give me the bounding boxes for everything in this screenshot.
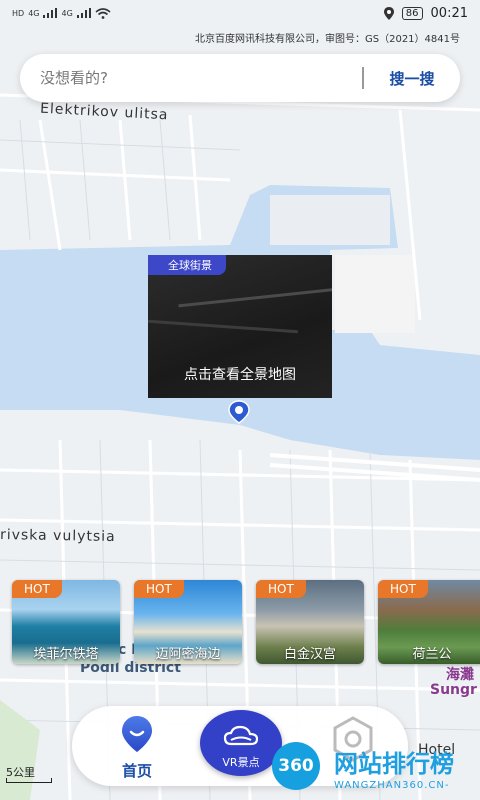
vr-cloud-icon: [223, 725, 259, 746]
district-label: 海灘: [446, 667, 474, 683]
map-pin-icon[interactable]: [228, 400, 250, 424]
hot-badge: HOT: [134, 580, 184, 598]
hot-spot-label: 埃菲尔铁塔: [33, 647, 99, 662]
search-bar: 搜一搜: [20, 53, 460, 103]
street-label: rivska vulytsia: [0, 526, 116, 546]
nav-home-label: 首页: [121, 762, 152, 780]
pano-image-detail: [148, 319, 298, 334]
nav-vr-label: VR景点: [222, 756, 260, 769]
watermark-logo: 360: [272, 742, 320, 790]
search-input[interactable]: [20, 53, 362, 103]
watermark-title: 网站排行榜: [334, 750, 454, 778]
map-scale-bar: [6, 778, 52, 783]
network-type-icon: 4G: [28, 8, 40, 18]
hot-spot-label: 白金汉宫: [283, 647, 336, 662]
hot-badge: HOT: [12, 580, 62, 598]
hot-badge: HOT: [256, 580, 306, 598]
status-icons-left: HD 4G 4G: [12, 7, 111, 19]
status-bar: HD 4G 4G 86 00:21: [0, 0, 480, 26]
search-button[interactable]: 搜一搜: [364, 68, 460, 89]
nav-vr-button[interactable]: VR景点: [200, 710, 282, 776]
home-location-icon: [122, 716, 152, 752]
hot-spot-card[interactable]: HOT 埃菲尔铁塔: [12, 580, 120, 664]
map-credit: 北京百度网讯科技有限公司，审图号：GS（2021）4841号: [195, 34, 460, 45]
hot-spot-label: 荷兰公: [412, 647, 452, 662]
clock: 00:21: [430, 5, 468, 21]
hot-spots-row: HOT 埃菲尔铁塔 HOT 迈阿密海边 HOT 白金汉宫 HOT 荷兰公: [12, 580, 480, 664]
pano-image-detail: [178, 285, 332, 308]
hot-spot-card[interactable]: HOT 白金汉宫: [256, 580, 364, 664]
panorama-preview-card[interactable]: 全球街景 点击查看全景地图: [148, 255, 332, 398]
watermark-subtitle: WANGZHAN360.CN-: [334, 780, 450, 791]
network-type-icon: 4G: [61, 8, 73, 18]
hot-spot-card[interactable]: HOT 迈阿密海边: [134, 580, 242, 664]
hot-spot-label: 迈阿密海边: [155, 647, 221, 662]
panorama-caption: 点击查看全景地图: [184, 367, 296, 383]
watermark: 360 网站排行榜 WANGZHAN360.CN-: [272, 738, 480, 800]
hot-spot-card[interactable]: HOT 荷兰公: [378, 580, 480, 664]
panorama-badge: 全球街景: [148, 255, 226, 275]
location-icon: [383, 6, 394, 20]
nav-home[interactable]: 首页: [102, 706, 172, 786]
signal-icon: [76, 8, 91, 18]
district-label: Sungr: [430, 682, 477, 698]
status-icons-right: 86 00:21: [383, 5, 468, 21]
wifi-icon: [95, 7, 111, 19]
hot-badge: HOT: [378, 580, 428, 598]
hd-icon: HD: [12, 8, 25, 18]
signal-icon: [43, 8, 58, 18]
battery-indicator: 86: [401, 6, 423, 20]
